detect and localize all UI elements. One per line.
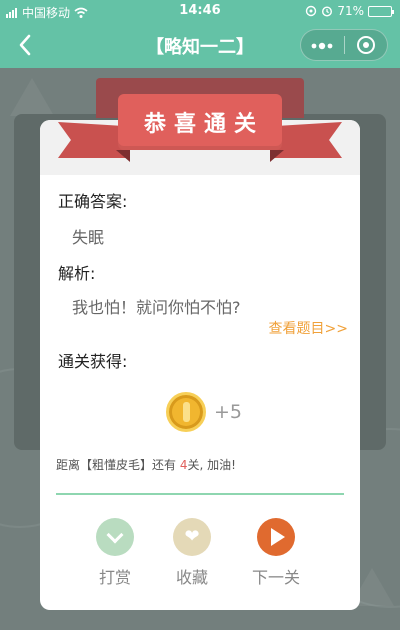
favorite-button[interactable]: ❤ 收藏 bbox=[152, 518, 232, 588]
heart-icon: ❤ bbox=[184, 526, 200, 547]
nav-bar: 【略知一二】 bbox=[0, 22, 400, 68]
play-icon bbox=[271, 528, 285, 546]
reward-label: 通关获得: bbox=[58, 352, 128, 371]
close-circle-icon bbox=[356, 36, 375, 54]
next-level-button[interactable]: 下一关 bbox=[236, 518, 316, 588]
reward-amount: +5 bbox=[214, 401, 243, 423]
progress-suffix: 关, 加油! bbox=[187, 458, 236, 472]
ribbon-face: 恭喜通关 bbox=[118, 94, 282, 150]
view-question-link[interactable]: 查看题目>> bbox=[269, 318, 348, 338]
answer-label: 正确答案: bbox=[58, 192, 128, 211]
divider bbox=[56, 493, 344, 495]
tip-button[interactable]: 打赏 bbox=[75, 518, 155, 588]
status-right: 71% bbox=[305, 4, 394, 18]
tip-label: 打赏 bbox=[98, 568, 131, 587]
level-complete-dialog: 正确答案: 失眠 解析: 我也怕！就问你怕不怕? 查看题目>> 通关获得: +5… bbox=[40, 120, 360, 610]
analysis-label: 解析: bbox=[58, 264, 96, 283]
coin-icon bbox=[166, 392, 206, 432]
answer-value: 失眠 bbox=[72, 228, 105, 247]
close-button[interactable] bbox=[344, 36, 387, 54]
more-button[interactable] bbox=[301, 30, 344, 60]
favorite-label: 收藏 bbox=[175, 568, 208, 587]
analysis-value: 我也怕！就问你怕不怕? bbox=[72, 298, 241, 317]
next-level-label: 下一关 bbox=[251, 568, 300, 587]
favorite-circle: ❤ bbox=[173, 518, 211, 556]
progress-prefix: 距离【粗懂皮毛】还有 bbox=[56, 458, 180, 472]
congrats-banner: 恭喜通关 bbox=[58, 78, 342, 176]
congrats-title: 恭喜通关 bbox=[143, 112, 264, 137]
progress-message: 距离【粗懂皮毛】还有 4关, 加油! bbox=[56, 456, 236, 473]
chevron-down-icon bbox=[106, 526, 124, 543]
location-lock-icon bbox=[306, 5, 317, 17]
battery-icon bbox=[368, 5, 394, 17]
battery-percent: 71% bbox=[337, 4, 364, 18]
status-bar: 中国移动 14:46 71% bbox=[0, 0, 400, 22]
mini-program-capsule bbox=[300, 29, 388, 61]
tip-circle bbox=[96, 518, 134, 556]
more-dots-icon bbox=[311, 42, 333, 50]
next-circle bbox=[257, 518, 295, 556]
bg-decoration bbox=[10, 78, 54, 116]
reward-display: +5 bbox=[166, 392, 242, 432]
alarm-icon bbox=[322, 6, 333, 17]
